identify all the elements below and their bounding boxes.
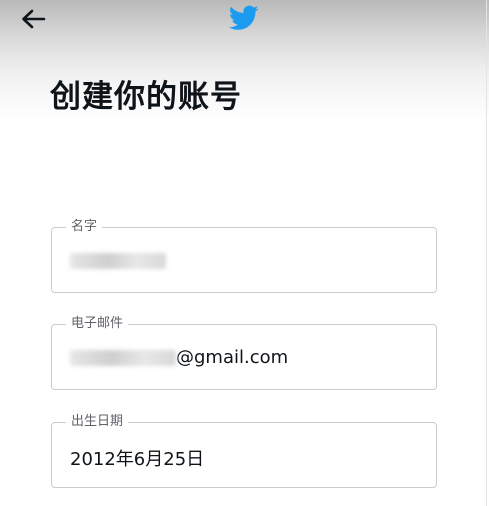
birthdate-field[interactable]: 出生日期 2012年6月25日 xyxy=(51,414,437,488)
twitter-bird-icon xyxy=(229,5,259,30)
arrow-left-icon xyxy=(22,9,46,29)
email-field-label: 电子邮件 xyxy=(66,316,129,332)
page-edge-divider xyxy=(486,0,487,506)
email-domain-text: @gmail.com xyxy=(176,347,289,368)
redacted-name xyxy=(70,253,166,269)
email-field-value: @gmail.com xyxy=(70,347,288,368)
back-button[interactable] xyxy=(18,6,48,32)
redacted-email-user xyxy=(70,350,176,366)
name-field-label: 名字 xyxy=(66,219,103,235)
birthdate-field-label: 出生日期 xyxy=(66,414,129,430)
birthdate-field-value: 2012年6月25日 xyxy=(70,449,205,470)
name-field[interactable]: 名字 xyxy=(51,219,437,293)
page-title: 创建你的账号 xyxy=(50,79,242,115)
name-field-value xyxy=(70,250,166,271)
email-field[interactable]: 电子邮件 @gmail.com xyxy=(51,316,437,390)
